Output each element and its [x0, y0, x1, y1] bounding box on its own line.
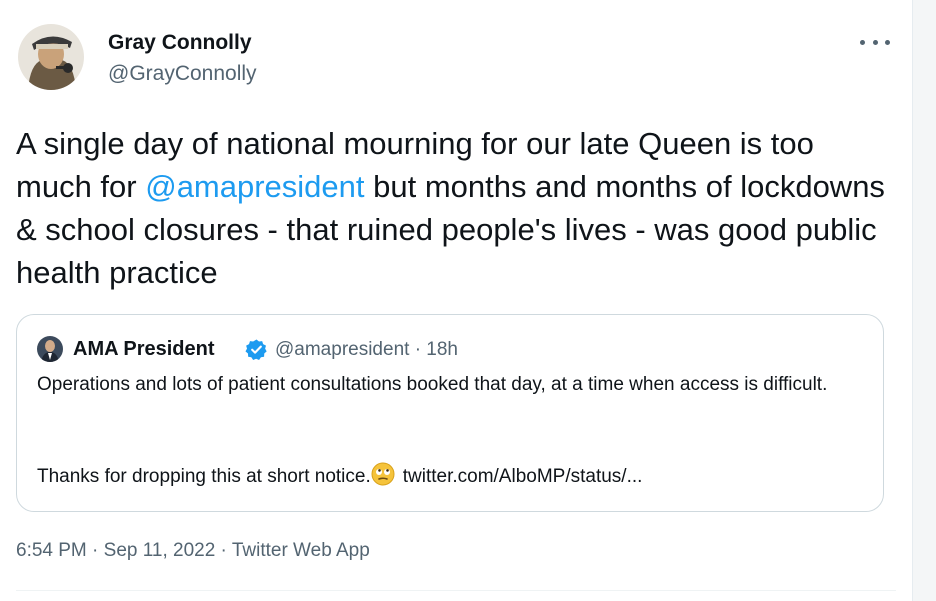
page-edge [912, 0, 936, 601]
author-handle[interactable]: @GrayConnolly [108, 62, 257, 86]
quote-author-handle[interactable]: @amapresident · 18h [275, 339, 458, 361]
verified-badge-icon [245, 338, 268, 361]
quote-author-avatar[interactable] [37, 336, 63, 362]
more-horizontal-icon[interactable] [860, 32, 890, 52]
quote-link[interactable]: twitter.com/AlboMP/status/... [403, 466, 643, 487]
author-avatar[interactable] [18, 24, 84, 90]
mention-link[interactable]: @amapresident [145, 169, 364, 204]
quote-author-name[interactable]: AMA President [73, 338, 215, 361]
face-with-rolling-eyes-icon [371, 462, 395, 486]
tweet-timestamp[interactable]: 6:54 PM · Sep 11, 2022 · Twitter Web App [16, 540, 370, 562]
quote-text-line1: Operations and lots of patient consultat… [37, 374, 828, 395]
quote-text-line2-body: Thanks for dropping this at short notice… [37, 466, 371, 487]
quoted-tweet[interactable]: AMA President @amapresident · 18h Operat… [16, 314, 884, 512]
quote-text-line2: Thanks for dropping this at short notice… [37, 461, 857, 493]
author-name[interactable]: Gray Connolly [108, 31, 252, 55]
tweet-text: A single day of national mourning for ou… [16, 122, 896, 294]
divider [16, 590, 896, 591]
tweet-card: Gray Connolly @GrayConnolly A single day… [0, 0, 912, 601]
